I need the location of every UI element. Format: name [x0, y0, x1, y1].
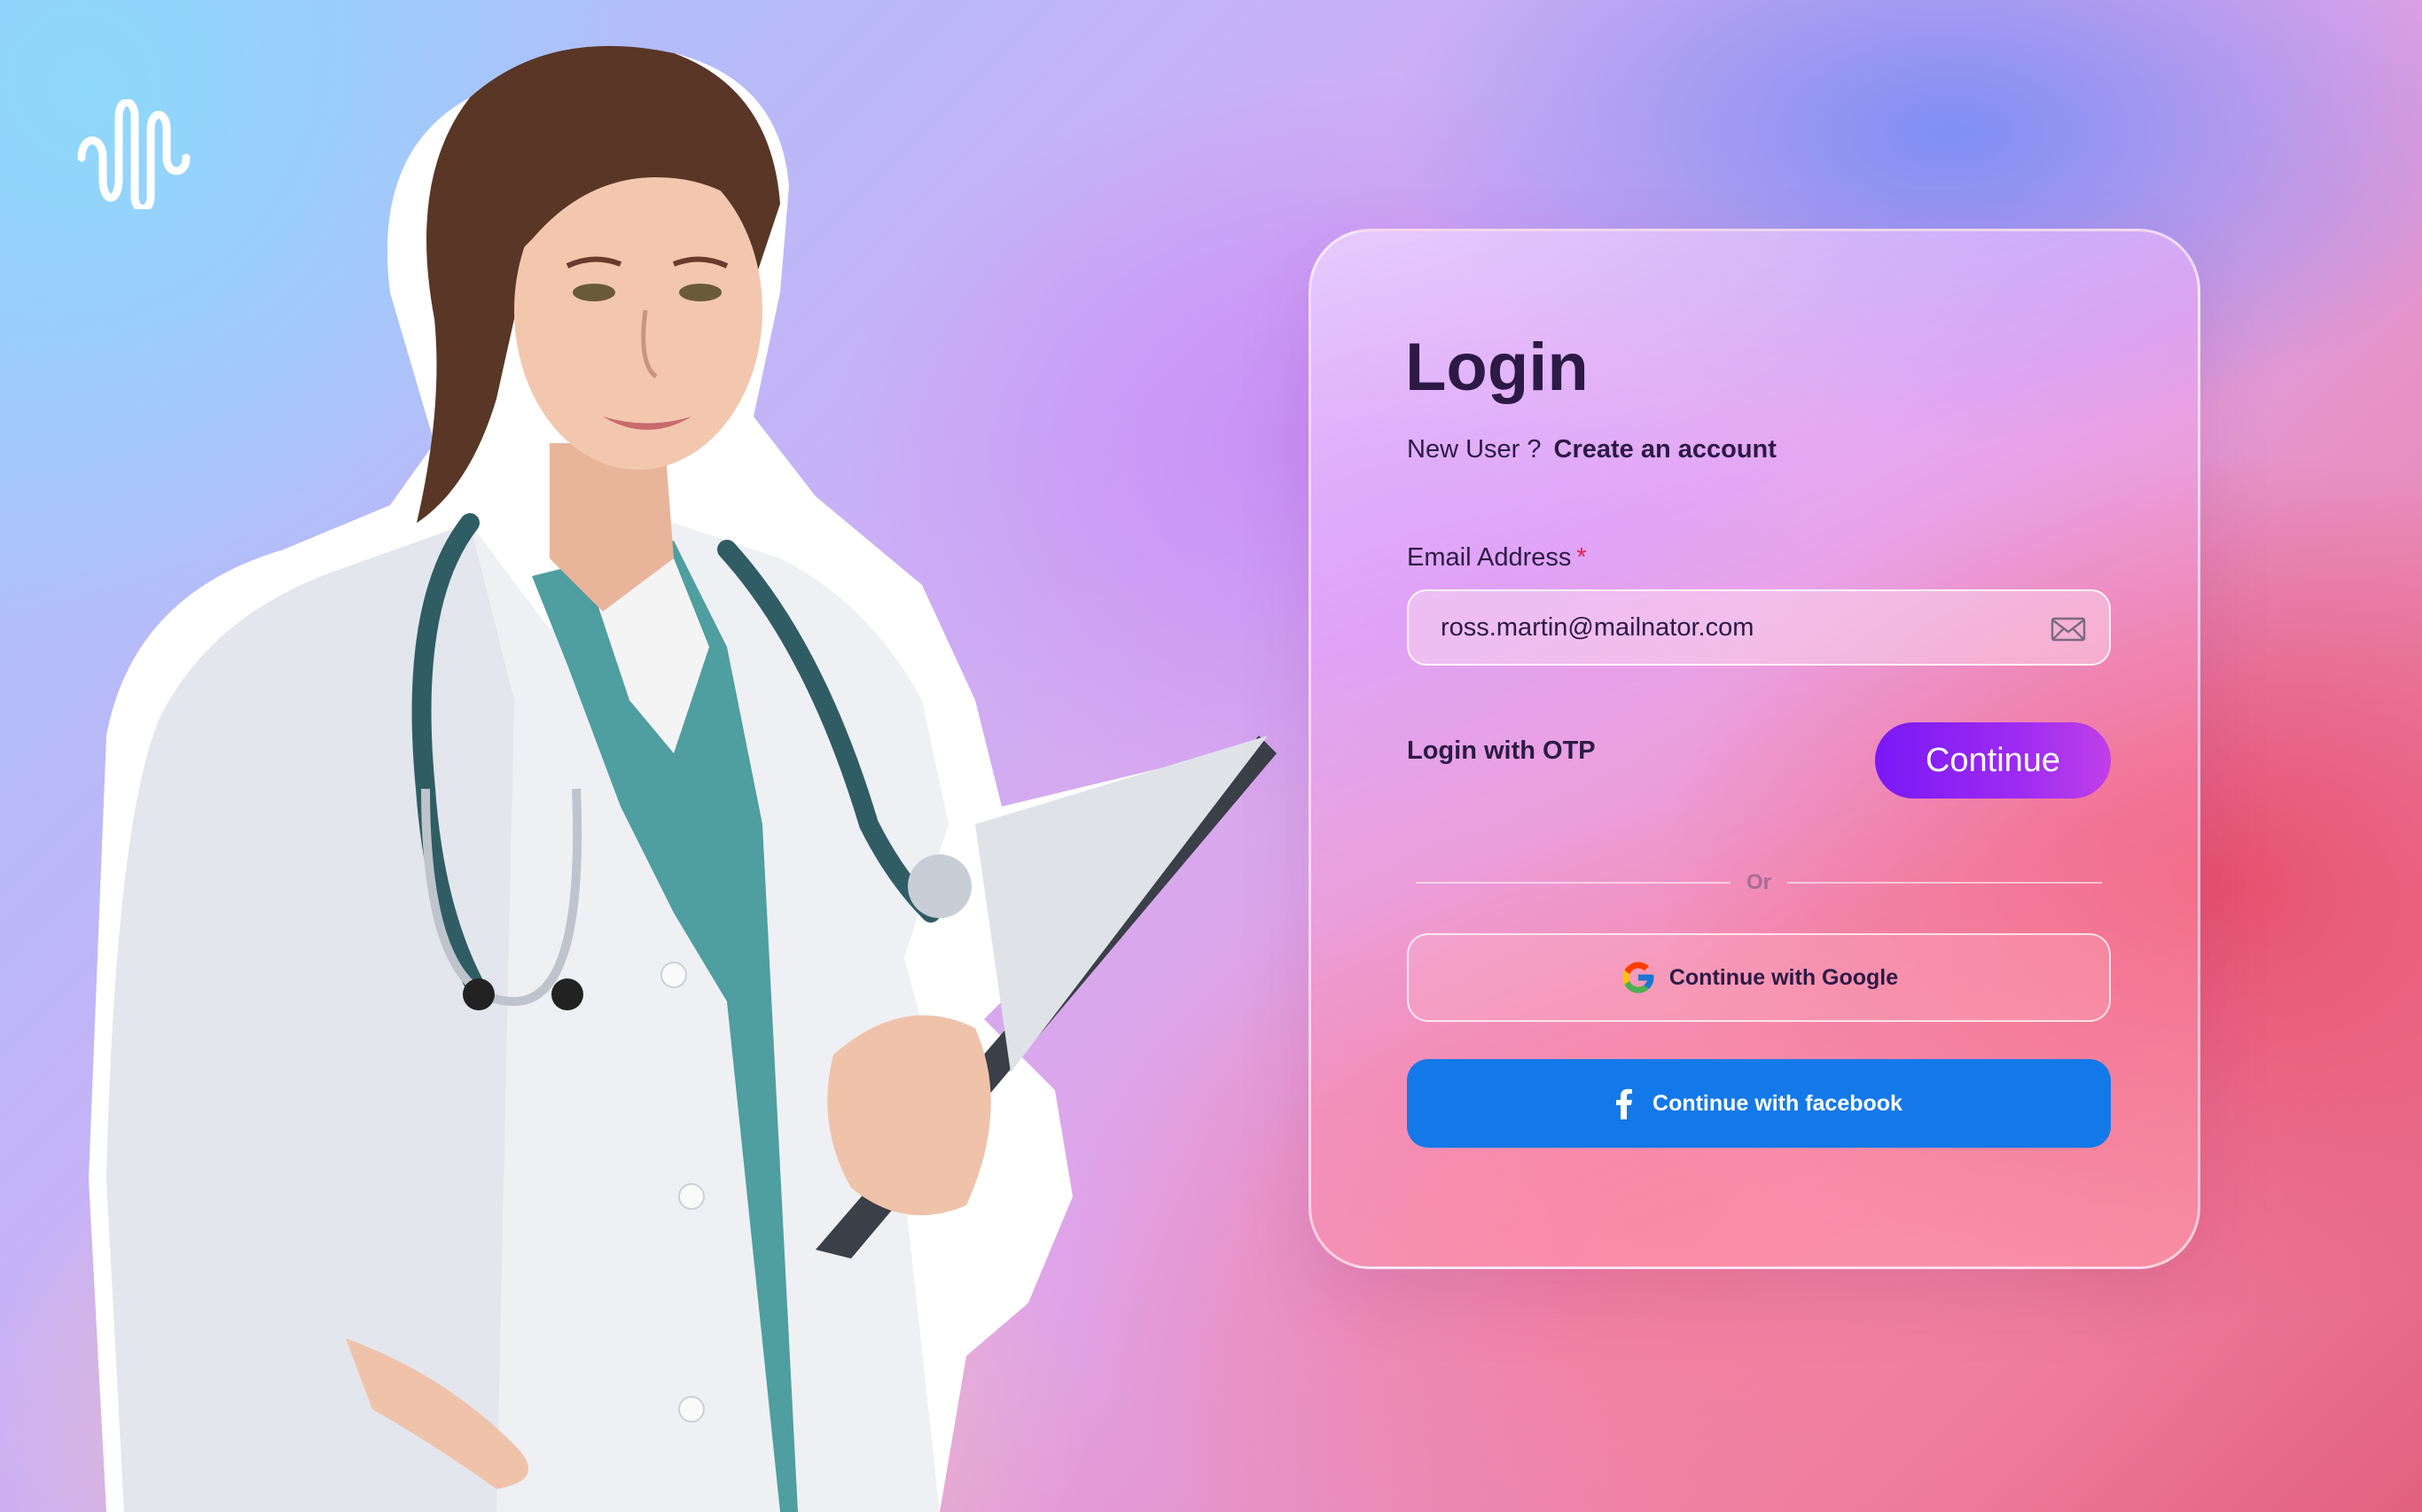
doctor-illustration	[89, 45, 1277, 1512]
continue-button[interactable]: Continue	[1875, 722, 2111, 799]
google-button-label: Continue with Google	[1668, 964, 1899, 990]
divider-line-right	[1787, 882, 2103, 884]
required-mark: *	[1576, 543, 1587, 572]
login-title: Login	[1405, 330, 1589, 405]
create-account-link[interactable]: Create an account	[1554, 435, 1777, 464]
login-card: Login New User ? Create an account Email…	[1309, 229, 2200, 1269]
divider-or-text: Or	[1746, 870, 1772, 894]
continue-with-facebook-button[interactable]: Continue with facebook	[1407, 1059, 2111, 1148]
email-label-text: Email Address	[1407, 543, 1572, 572]
mail-icon	[2051, 617, 2086, 642]
continue-with-google-button[interactable]: Continue with Google	[1407, 933, 2111, 1022]
facebook-icon	[1616, 1088, 1633, 1119]
email-label: Email Address *	[1407, 543, 1587, 573]
login-with-otp-link[interactable]: Login with OTP	[1407, 737, 1596, 766]
new-user-text: New User ?	[1407, 435, 1542, 464]
divider-line-left	[1416, 882, 1731, 884]
google-icon	[1622, 962, 1654, 994]
email-input[interactable]	[1409, 591, 2109, 664]
facebook-button-label: Continue with facebook	[1652, 1090, 1902, 1116]
email-field-wrapper	[1407, 589, 2111, 666]
or-divider: Or	[1416, 869, 2103, 896]
new-user-row: New User ? Create an account	[1407, 435, 1777, 464]
